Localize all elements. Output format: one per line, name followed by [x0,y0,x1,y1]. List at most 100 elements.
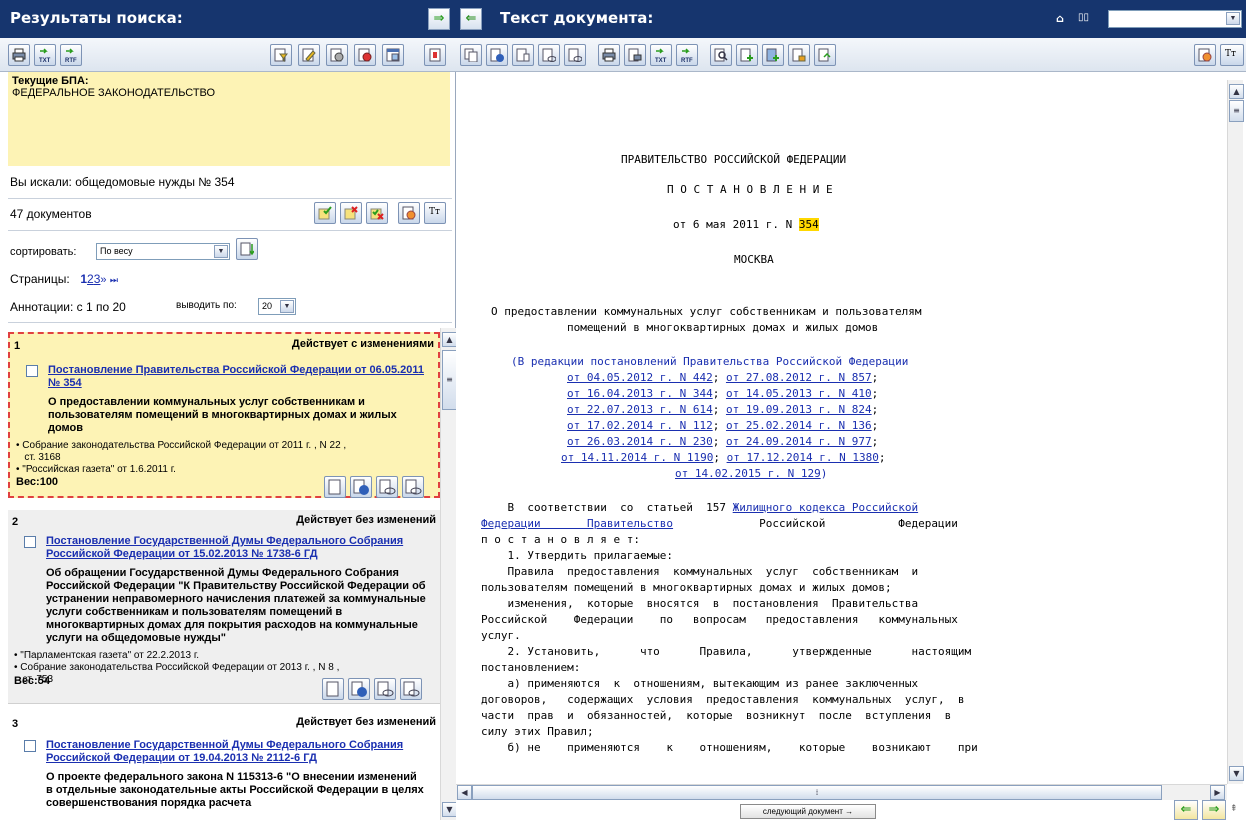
housing-code-link[interactable]: Жилищного кодекса Российской [733,501,918,514]
result-title-link[interactable]: Постановление Государственной Думы Федер… [46,739,426,765]
amendment-link[interactable]: от 27.08.2012 г. N 857 [726,371,872,384]
export-rtf-button[interactable]: RTF [60,44,82,66]
sort-apply-button[interactable] [236,238,258,260]
amendment-link[interactable]: от 14.11.2014 г. N 1190 [561,451,713,464]
amendment-link[interactable]: от 24.09.2014 г. N 977 [726,435,872,448]
next-result-button[interactable]: ⇒ [1202,800,1226,820]
link-chain-icon [377,681,394,697]
amendment-link[interactable]: от 25.02.2014 г. N 136 [726,419,872,432]
result-item[interactable]: 3 Действует без изменений Постановление … [8,712,440,820]
add-to-folder-button[interactable] [736,44,758,66]
result-weight: Вес:54 [14,675,50,687]
next-page-icon[interactable]: » [100,274,106,286]
result-checkbox[interactable] [26,365,38,377]
next-document-button[interactable]: следующий документ → [740,804,876,819]
lock-button[interactable] [788,44,810,66]
scroll-thumb[interactable]: ≡ [1229,100,1244,122]
amendment-link[interactable]: от 14.02.2015 г. N 129 [675,467,821,480]
copy-button[interactable] [460,44,482,66]
add-bookmark-button[interactable] [762,44,784,66]
amendment-link[interactable]: от 04.05.2012 г. N 442 [567,371,713,384]
document-scrollbar[interactable]: ▲ ≡ ▼ [1227,80,1244,784]
doc-body-line: договоров, содержащих условия предоставл… [481,693,965,706]
result-item[interactable]: 1 Действует с изменениями Постановление … [8,332,440,498]
amendment-link[interactable]: от 22.07.2013 г. N 614 [567,403,713,416]
highlight-button[interactable] [398,202,420,224]
result-title-link[interactable]: Постановление Правительства Российской Ф… [48,364,428,390]
scroll-up-icon[interactable]: ▲ [1229,84,1244,99]
scroll-up-icon[interactable]: ▲ [442,332,457,347]
export-txt-button[interactable]: TXT [34,44,56,66]
links-button[interactable] [538,44,560,66]
filter-button[interactable] [270,44,292,66]
layout-icon[interactable]: ▯▯ [1078,12,1089,23]
results-scrollbar[interactable]: ▲ ≡ ▼ [440,328,457,820]
document-horizontal-scrollbar[interactable]: ◀ ⁞ ▶ [456,784,1227,800]
doc-date-prefix: от 6 мая 2011 г. N [673,218,799,231]
per-page-select[interactable]: 20 ▼ [258,298,296,315]
export-txt-button[interactable]: TXT [650,44,672,66]
references-button[interactable] [402,476,424,498]
doc-amend-line: от 14.11.2014 г. N 1190; от 17.12.2014 г… [561,451,886,464]
rtf-badge: RTF [681,58,693,64]
result-checkbox[interactable] [24,536,36,548]
last-page-icon[interactable]: ⏭ [110,275,118,285]
close-document-button[interactable] [424,44,446,66]
search-in-document-button[interactable] [710,44,732,66]
amendment-link[interactable]: от 17.02.2014 г. N 112 [567,419,713,432]
amendment-link[interactable]: от 26.03.2014 г. N 230 [567,435,713,448]
txt-badge: TXT [655,58,667,64]
sort-select-value: По весу [100,246,133,256]
info-icon [351,681,367,697]
open-document-button[interactable] [324,476,346,498]
highlight-button[interactable] [1194,44,1216,66]
result-checkbox[interactable] [24,740,36,752]
scroll-top-icon[interactable]: ⇞ [1230,804,1238,814]
scroll-right-icon[interactable]: ▶ [1210,785,1225,800]
print-button[interactable] [8,44,30,66]
prev-result-button[interactable]: ⇐ [1174,800,1198,820]
expand-left-button[interactable]: ⇐ [460,8,482,30]
page-link-2[interactable]: 2 [87,272,94,286]
housing-code-link[interactable]: Федерации Правительство [481,517,673,530]
sort-select[interactable]: По весу ▼ [96,243,230,260]
links-button[interactable] [376,476,398,498]
references-button[interactable] [564,44,586,66]
scroll-down-icon[interactable]: ▼ [1229,766,1244,781]
amendment-link[interactable]: от 16.04.2013 г. N 344 [567,387,713,400]
compare-button[interactable] [814,44,836,66]
window-button[interactable] [382,44,404,66]
scroll-left-icon[interactable]: ◀ [457,785,472,800]
amendment-link[interactable]: от 14.05.2013 г. N 410 [726,387,872,400]
amendment-link[interactable]: от 17.12.2014 г. N 1380 [727,451,879,464]
edit-button[interactable] [298,44,320,66]
structure-button[interactable] [512,44,534,66]
info-button[interactable] [350,476,372,498]
result-summary: Об обращении Государственной Думы Федера… [46,567,426,644]
export-rtf-button[interactable]: RTF [676,44,698,66]
collapse-right-button[interactable]: ⇒ [428,8,450,30]
scroll-thumb[interactable]: ≡ [442,350,457,410]
bookmarks-button[interactable] [354,44,376,66]
links-button[interactable] [374,678,396,700]
show-per-page-label: выводить по: [176,300,237,311]
open-document-button[interactable] [322,678,344,700]
print-preview-button[interactable] [624,44,646,66]
amendment-link[interactable]: от 19.09.2013 г. N 824 [726,403,872,416]
print-button[interactable] [598,44,620,66]
font-size-button[interactable]: Tт [424,202,446,224]
edition-select[interactable]: Изменения на 14.02.2015 ▼ [1108,10,1242,28]
home-icon[interactable]: ⌂ [1056,12,1064,25]
select-all-button[interactable] [314,202,336,224]
font-size-button[interactable]: Tт [1220,44,1244,66]
scroll-down-icon[interactable]: ▼ [442,802,457,817]
settings-button[interactable] [326,44,348,66]
info-button[interactable] [486,44,508,66]
result-title-link[interactable]: Постановление Государственной Думы Федер… [46,535,426,561]
info-button[interactable] [348,678,370,700]
result-item[interactable]: 2 Действует без изменений Постановление … [8,510,440,704]
deselect-button[interactable] [340,202,362,224]
invert-selection-button[interactable] [366,202,388,224]
scroll-thumb[interactable]: ⁞ [472,785,1162,800]
references-button[interactable] [400,678,422,700]
